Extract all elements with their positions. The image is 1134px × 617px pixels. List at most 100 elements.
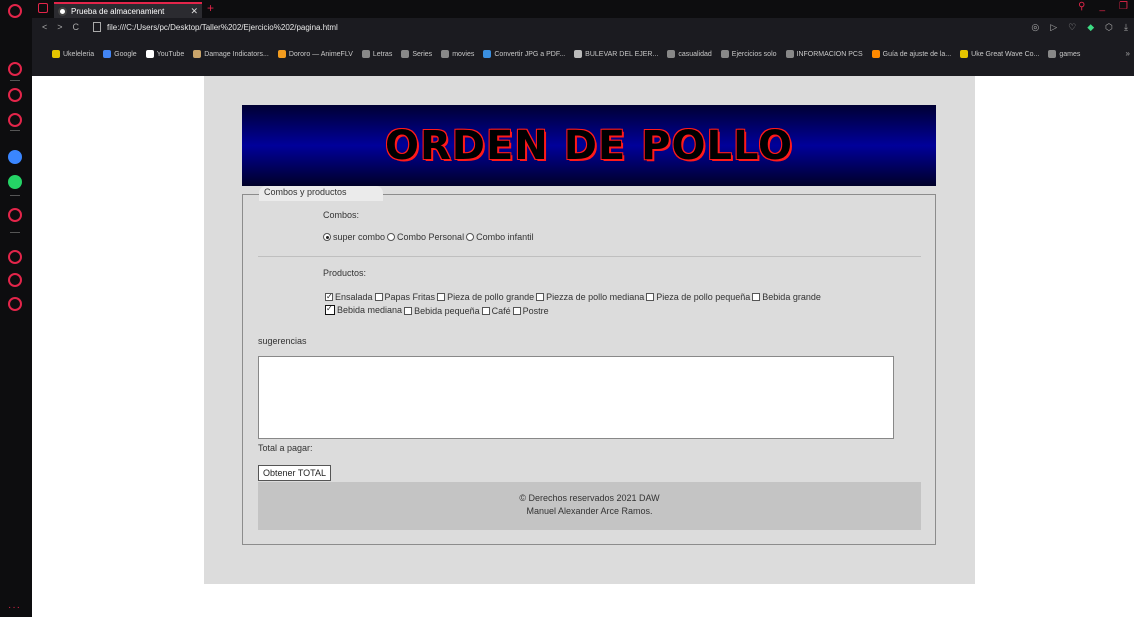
product-checkbox[interactable]: [536, 293, 545, 301]
bookmark-label: Series: [412, 50, 433, 58]
page-viewport: ORDEN DE POLLO Combos y productos Combos…: [32, 76, 1134, 617]
extensions-icon[interactable]: [8, 273, 22, 287]
bookmark-icon: [667, 50, 676, 58]
camera-icon[interactable]: ◎: [1031, 22, 1039, 33]
bookmark-label: movies: [452, 50, 475, 58]
bookmark-icon: [103, 50, 112, 58]
product-checkbox-label: Bebida pequeña: [414, 306, 480, 316]
settings-icon[interactable]: [8, 297, 22, 311]
bookmark-item[interactable]: INFORMACION PCS: [785, 50, 863, 58]
product-option[interactable]: Ensalada: [323, 291, 373, 303]
tab-menu-icon[interactable]: [38, 3, 48, 13]
bookmark-item[interactable]: YouTube: [145, 50, 184, 58]
page-footer: © Derechos reservados 2021 DAW Manuel Al…: [258, 482, 921, 530]
product-checkbox[interactable]: [512, 307, 521, 315]
search-icon[interactable]: ⚲: [1078, 1, 1085, 12]
product-checkbox-label: Bebida grande: [762, 292, 821, 302]
twitch-icon[interactable]: [8, 113, 22, 127]
minimize-icon[interactable]: _: [1099, 1, 1105, 12]
reload-icon[interactable]: C: [73, 22, 80, 32]
bookmark-item[interactable]: Convertir JPG a PDF...: [483, 50, 565, 58]
product-option[interactable]: Bebida mediana: [323, 303, 402, 316]
section-divider: [258, 256, 921, 257]
aria-icon[interactable]: [8, 62, 22, 76]
restore-icon[interactable]: ❐: [1119, 1, 1128, 12]
opera-logo-icon[interactable]: [8, 4, 22, 18]
bookmark-item[interactable]: Letras: [361, 50, 392, 58]
heart-icon[interactable]: ♡: [1068, 22, 1076, 33]
product-option[interactable]: Bebida grande: [750, 291, 821, 303]
bookmark-item[interactable]: Damage Indicators...: [193, 50, 269, 58]
download-icon[interactable]: ⤓: [1124, 22, 1128, 33]
bookmark-item[interactable]: Dororo — AnimeFLV: [277, 50, 353, 58]
product-option[interactable]: Pieza de pollo grande: [435, 291, 534, 303]
combo-radio[interactable]: [387, 233, 396, 241]
product-checkbox[interactable]: [325, 291, 333, 303]
bookmark-label: Damage Indicators...: [204, 50, 269, 58]
vpn-icon[interactable]: ◆: [1087, 22, 1094, 33]
suggestions-label: sugerencias: [258, 336, 307, 346]
bookmark-item[interactable]: Ukeleleria: [52, 50, 94, 58]
combos-label: Combos:: [323, 210, 360, 220]
bookmark-item[interactable]: Uke Great Wave Co...: [960, 50, 1039, 58]
sidebar-divider: [10, 80, 20, 81]
back-icon[interactable]: <: [42, 22, 47, 32]
forward-icon[interactable]: >: [57, 22, 62, 32]
bookmark-item[interactable]: movies: [441, 50, 474, 58]
page-icon: [93, 22, 102, 32]
player-icon[interactable]: [8, 208, 22, 222]
browser-tab[interactable]: Prueba de almacenamient ✕: [54, 2, 202, 18]
combo-radio[interactable]: [323, 233, 331, 241]
bookmark-icon: [441, 50, 450, 58]
bookmark-label: Uke Great Wave Co...: [971, 50, 1040, 58]
workspaces-icon[interactable]: [8, 88, 22, 102]
product-checkbox[interactable]: [437, 293, 446, 301]
bookmark-label: Dororo — AnimeFLV: [288, 50, 353, 58]
cube-icon[interactable]: ⬡: [1105, 22, 1113, 33]
bookmark-icon: [785, 50, 794, 58]
bookmark-icon: [871, 50, 880, 58]
bookmark-item[interactable]: Series: [401, 50, 432, 58]
bookmark-item[interactable]: Guía de ajuste de la...: [871, 50, 951, 58]
page-banner: ORDEN DE POLLO: [242, 105, 936, 186]
bookmarks-more-icon[interactable]: »: [1126, 49, 1130, 58]
get-total-button[interactable]: Obtener TOTAL: [258, 465, 331, 481]
combo-option[interactable]: super combo: [321, 232, 385, 242]
suggestions-textarea[interactable]: [258, 356, 894, 439]
url-field[interactable]: file:///C:/Users/pc/Desktop/Taller%202/E…: [107, 23, 338, 32]
whatsapp-icon[interactable]: [8, 175, 22, 189]
product-checkbox[interactable]: [646, 293, 655, 301]
bookmark-item[interactable]: Ejercicios solo: [720, 50, 777, 58]
bookmark-item[interactable]: games: [1048, 50, 1080, 58]
bookmark-item[interactable]: casualidad: [667, 50, 712, 58]
product-checkbox[interactable]: [752, 293, 761, 301]
bookmark-label: Google: [114, 50, 137, 58]
send-icon[interactable]: ▷: [1050, 22, 1057, 33]
bookmark-label: casualidad: [678, 50, 712, 58]
bookmark-item[interactable]: BULEVAR DEL EJER...: [574, 50, 658, 58]
product-checkbox-label: Postre: [522, 306, 549, 316]
bookmark-label: INFORMACION PCS: [796, 50, 863, 58]
close-tab-icon[interactable]: ✕: [190, 6, 198, 17]
history-icon[interactable]: [8, 250, 22, 264]
page-container: ORDEN DE POLLO Combos y productos Combos…: [204, 76, 975, 584]
product-option[interactable]: Bebida pequeña: [402, 305, 480, 317]
product-checkbox-label: Pieza de pollo pequeña: [656, 292, 751, 302]
product-checkbox[interactable]: [325, 303, 335, 315]
messenger-icon[interactable]: [8, 150, 22, 164]
product-checkbox[interactable]: [374, 293, 383, 301]
product-checkbox[interactable]: [481, 307, 490, 315]
bookmark-item[interactable]: Google: [103, 50, 137, 58]
combo-radio[interactable]: [466, 233, 475, 241]
globe-icon: [58, 6, 67, 16]
product-option[interactable]: Papas Fritas: [373, 291, 435, 303]
combo-option[interactable]: Combo infantil: [464, 232, 534, 242]
product-option[interactable]: Pieza de pollo pequeña: [644, 291, 750, 303]
product-option[interactable]: Postre: [511, 305, 549, 317]
new-tab-button[interactable]: +: [207, 1, 214, 15]
product-checkbox[interactable]: [404, 307, 413, 315]
product-option[interactable]: Piezza de pollo mediana: [534, 291, 644, 303]
combo-option[interactable]: Combo Personal: [385, 232, 464, 242]
sidebar-more-icon[interactable]: ···: [8, 602, 21, 613]
product-option[interactable]: Café: [480, 305, 511, 317]
